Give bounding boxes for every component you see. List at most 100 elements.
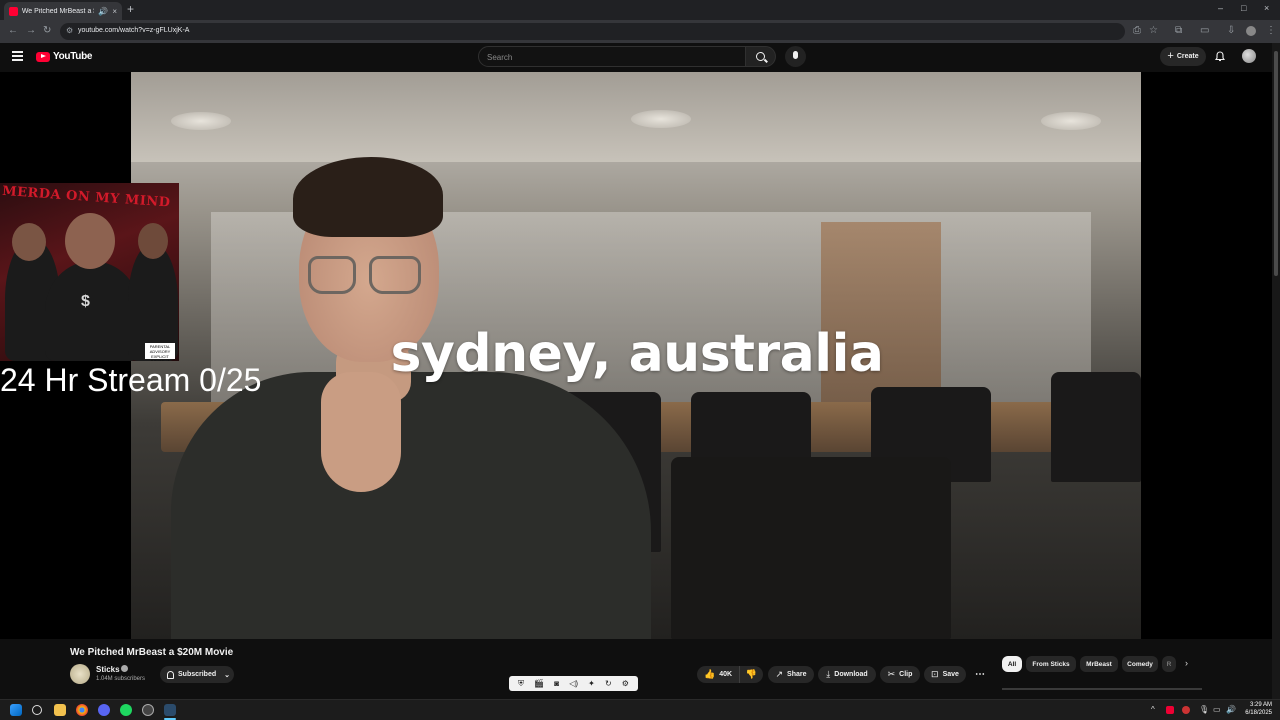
create-button[interactable]: + Create [1160, 47, 1206, 66]
clip-button[interactable]: ✂ Clip [880, 666, 920, 683]
chevron-right-icon[interactable]: › [1185, 658, 1188, 668]
youtube-play-icon [36, 51, 50, 62]
page-scrollbar[interactable] [1272, 43, 1280, 699]
chrome-icon[interactable] [76, 704, 88, 716]
search-button[interactable] [746, 46, 776, 67]
plus-icon: + [1167, 50, 1174, 62]
chip-comedy[interactable]: Comedy [1122, 656, 1158, 672]
tab-close-icon[interactable]: × [112, 7, 117, 16]
close-window-button[interactable]: × [1264, 3, 1269, 13]
volume-icon[interactable]: ◁) [569, 679, 578, 688]
microphone-tray-icon[interactable]: 🎙 [1199, 705, 1209, 714]
obs-icon[interactable] [142, 704, 154, 716]
dislike-button[interactable]: 👎 [739, 666, 763, 683]
share-button[interactable]: ↗ Share [768, 666, 814, 683]
minimize-button[interactable]: – [1218, 3, 1223, 13]
more-actions-button[interactable]: ⋯ [971, 666, 989, 683]
scissors-icon: ✂ [887, 669, 896, 679]
side-panel-icon[interactable]: ▭ [1200, 25, 1209, 36]
url-text[interactable]: youtube.com/watch?v=z-gFLUxjK-A [78, 27, 189, 34]
youtube-masthead: YouTube + Create [0, 43, 1280, 72]
account-avatar[interactable] [1242, 49, 1256, 63]
network-icon[interactable]: ▭ [1213, 705, 1221, 714]
address-bar[interactable]: ⚙ youtube.com/watch?v=z-gFLUxjK-A [60, 23, 1125, 40]
chip-mrbeast[interactable]: MrBeast [1080, 656, 1118, 672]
like-button[interactable]: 👍 40K [697, 666, 739, 683]
download-button[interactable]: ⤓ Download [818, 666, 876, 683]
scene-person-body [171, 372, 651, 639]
chip-all[interactable]: All [1002, 656, 1022, 672]
scene-glasses-right [369, 256, 421, 294]
search-input[interactable] [487, 51, 737, 63]
app-icon[interactable] [164, 704, 176, 716]
spotify-icon[interactable] [120, 704, 132, 716]
video-title: We Pitched MrBeast a $20M Movie [70, 647, 234, 658]
scene-glasses-left [308, 256, 356, 294]
download-icon: ⤓ [826, 669, 831, 679]
tray-app-icon[interactable] [1166, 706, 1174, 714]
chip-partial[interactable]: R [1162, 656, 1176, 672]
scene-ceiling-light [631, 110, 691, 128]
share-icon: ↗ [775, 669, 784, 679]
tray-chevron-up-icon[interactable]: ^ [1151, 705, 1155, 714]
stream-overlay-text: 24 Hr Stream 0/25 [0, 362, 262, 398]
album-face [65, 213, 115, 269]
forward-icon[interactable]: → [26, 25, 36, 36]
tray-app-icon[interactable] [1182, 706, 1190, 714]
channel-name[interactable]: Sticks [96, 665, 120, 674]
loop-icon[interactable]: ↻ [605, 679, 612, 688]
maximize-button[interactable]: □ [1241, 3, 1246, 13]
shield-icon[interactable]: ⛨ [518, 679, 524, 689]
pin-icon[interactable]: ✦ [588, 679, 595, 688]
right-background [1141, 72, 1272, 639]
scrollbar-thumb[interactable] [1274, 51, 1278, 276]
back-icon[interactable]: ← [8, 25, 18, 36]
scene-ceiling-light [1041, 112, 1101, 130]
thumbs-up-icon: 👍 [703, 669, 716, 679]
verified-badge-icon [121, 665, 128, 672]
subscribed-button[interactable]: Subscribed ⌄ [160, 666, 234, 683]
clip-label: Clip [899, 671, 913, 678]
downloads-icon[interactable]: ⇩ [1227, 25, 1235, 36]
volume-tray-icon[interactable]: 🔊 [1226, 705, 1236, 714]
search-box[interactable] [478, 46, 746, 67]
hamburger-menu-icon[interactable] [12, 51, 23, 61]
settings-icon[interactable]: ⚙ [622, 679, 629, 688]
taskbar-search-icon[interactable] [32, 705, 42, 715]
chip-from-sticks[interactable]: From Sticks [1026, 656, 1076, 672]
scene-person-hand [321, 372, 401, 492]
browser-tab-strip: We Pitched MrBeast a $20M 🔊 × + – □ × [0, 0, 1280, 20]
related-scroll-track [1002, 688, 1202, 690]
install-app-icon[interactable]: ⎙ [1133, 25, 1141, 36]
save-label: Save [942, 671, 959, 678]
browser-toolbar: ← → ↻ ⚙ youtube.com/watch?v=z-gFLUxjK-A … [0, 20, 1280, 43]
voice-search-button[interactable] [785, 46, 806, 67]
profile-avatar-icon[interactable] [1246, 26, 1256, 36]
browser-tab[interactable]: We Pitched MrBeast a $20M 🔊 × [4, 2, 122, 20]
album-face [12, 223, 46, 261]
extensions-icon[interactable]: ⧉ [1175, 25, 1182, 36]
camera-icon[interactable]: ◙ [554, 679, 559, 688]
clapper-icon[interactable]: 🎬 [534, 679, 544, 688]
scene-person-hair [293, 157, 443, 237]
video-player[interactable]: sydney, australia [131, 72, 1141, 639]
channel-avatar[interactable] [70, 664, 90, 684]
browser-menu-icon[interactable]: ⋮ [1266, 25, 1276, 36]
site-info-icon[interactable]: ⚙ [66, 26, 73, 35]
file-explorer-icon[interactable] [54, 704, 66, 716]
clock-date[interactable]: 6/18/2025 [1240, 710, 1272, 716]
chevron-down-icon: ⌄ [224, 671, 230, 679]
thumbs-down-icon: 👎 [745, 669, 758, 679]
windows-start-icon[interactable] [10, 704, 22, 716]
search-icon [756, 52, 765, 61]
save-button[interactable]: ⊡ Save [924, 666, 966, 683]
discord-icon[interactable] [98, 704, 110, 716]
clock-time[interactable]: 3:29 AM [1246, 702, 1272, 708]
bookmark-star-icon[interactable]: ☆ [1149, 25, 1158, 36]
speaker-icon[interactable]: 🔊 [98, 7, 108, 16]
youtube-logo[interactable]: YouTube [36, 51, 93, 62]
album-face [138, 223, 168, 259]
reload-icon[interactable]: ↻ [43, 25, 51, 36]
new-tab-button[interactable]: + [127, 2, 134, 16]
notifications-bell-icon[interactable] [1215, 51, 1225, 62]
